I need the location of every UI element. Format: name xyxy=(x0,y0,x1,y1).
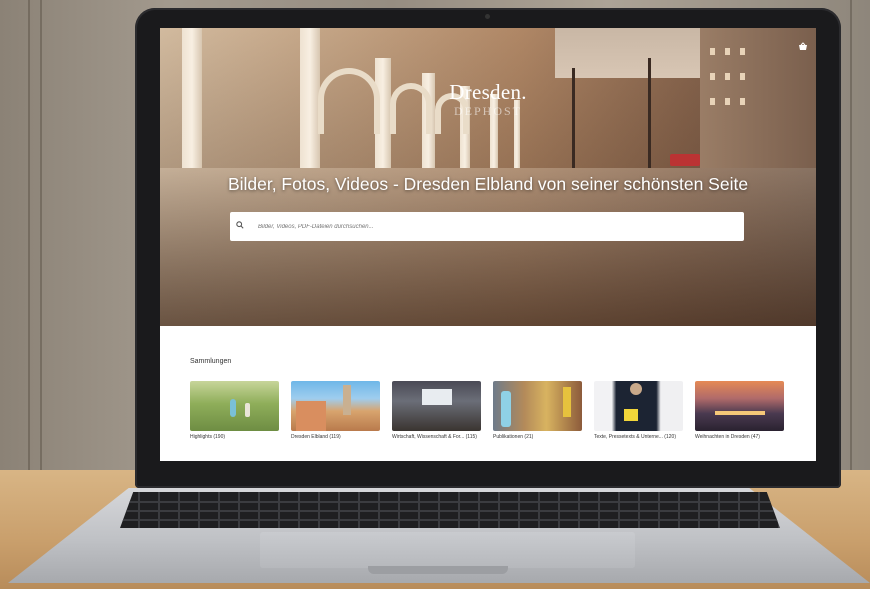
building-window xyxy=(725,48,730,55)
collection-thumbnail[interactable] xyxy=(594,381,683,431)
collection-label[interactable]: Dresden Elbland (119) xyxy=(291,434,380,440)
keyboard-row-gap xyxy=(120,501,780,503)
search-bar[interactable] xyxy=(230,212,744,241)
collection-tile-dresden-elbland[interactable]: Dresden Elbland (119) xyxy=(291,381,380,440)
hero-banner: Dresden. DEPHOST Bilder, Fotos, Videos -… xyxy=(160,28,816,326)
collection-thumbnail[interactable] xyxy=(190,381,279,431)
laptop-trackpad xyxy=(260,532,635,568)
collection-label[interactable]: Wirtschaft, Wissenschaft & For... (115) xyxy=(392,434,481,440)
collection-tile-publikationen[interactable]: Publikationen (21) xyxy=(493,381,582,440)
page-headline: Bilder, Fotos, Videos - Dresden Elbland … xyxy=(227,174,749,194)
building-window xyxy=(710,48,715,55)
building-window xyxy=(740,48,745,55)
collection-label[interactable]: Weihnachten in Dresden (47) xyxy=(695,434,784,440)
collections-title: Sammlungen xyxy=(190,358,232,365)
wall-plank xyxy=(28,0,30,475)
site-logo-subtitle: DEPHOST xyxy=(453,104,522,118)
hero-sky xyxy=(555,28,715,78)
laptop-lid-notch xyxy=(368,566,508,574)
collection-thumbnail[interactable] xyxy=(695,381,784,431)
building-window xyxy=(740,73,745,80)
collection-label[interactable]: Highlights (190) xyxy=(190,434,279,440)
search-icon[interactable] xyxy=(236,221,256,232)
webcam xyxy=(485,14,490,19)
keyboard-row-gap xyxy=(120,510,780,512)
shopping-basket-icon[interactable] xyxy=(798,42,808,51)
collection-tile-weihnachten[interactable]: Weihnachten in Dresden (47) xyxy=(695,381,784,440)
collections-section: Sammlungen Highlights (190) Dresden Elbl… xyxy=(190,358,790,440)
wall-plank xyxy=(850,0,852,475)
keyboard-row-gap xyxy=(120,519,780,521)
building-window xyxy=(725,73,730,80)
collection-tile-texte[interactable]: Texte, Pressetexts & Unterne... (120) xyxy=(594,381,683,440)
collection-tile-wirtschaft[interactable]: Wirtschaft, Wissenschaft & For... (115) xyxy=(392,381,481,440)
red-vehicle xyxy=(670,154,700,166)
search-input[interactable] xyxy=(256,222,740,231)
collection-thumbnail[interactable] xyxy=(493,381,582,431)
collection-thumbnail[interactable] xyxy=(392,381,481,431)
collection-tile-highlights[interactable]: Highlights (190) xyxy=(190,381,279,440)
site-logo[interactable]: Dresden. xyxy=(160,80,816,105)
wall-plank xyxy=(40,0,42,475)
collection-thumbnail[interactable] xyxy=(291,381,380,431)
collection-label[interactable]: Texte, Pressetexts & Unterne... (120) xyxy=(594,434,683,440)
building-window xyxy=(710,73,715,80)
browser-screen: Dresden. DEPHOST Bilder, Fotos, Videos -… xyxy=(160,28,816,461)
collections-list: Highlights (190) Dresden Elbland (119) W… xyxy=(190,381,790,440)
collection-label[interactable]: Publikationen (21) xyxy=(493,434,582,440)
laptop-keyboard xyxy=(120,492,780,528)
